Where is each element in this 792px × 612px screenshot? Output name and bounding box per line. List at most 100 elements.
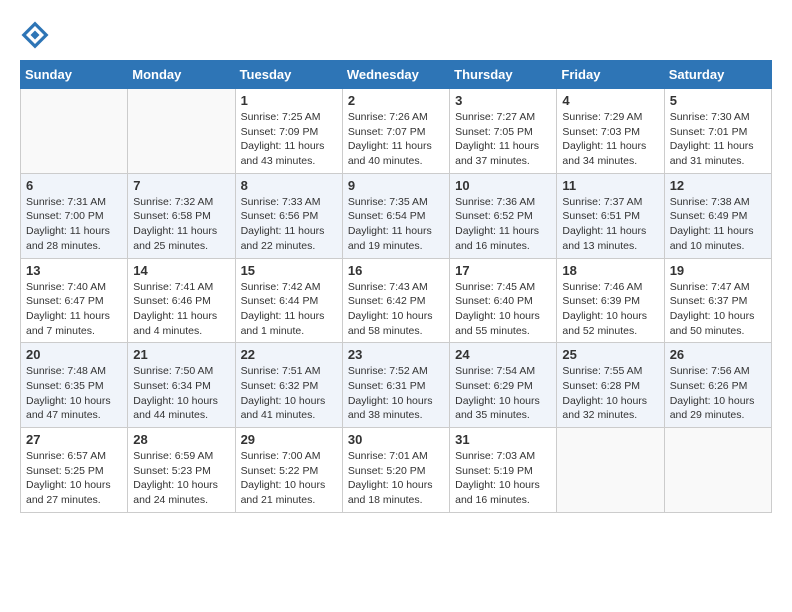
calendar-week-row: 1 Sunrise: 7:25 AM Sunset: 7:09 PM Daylig… bbox=[21, 89, 772, 174]
weekday-header: Thursday bbox=[450, 61, 557, 89]
calendar-cell: 25 Sunrise: 7:55 AM Sunset: 6:28 PM Dayli… bbox=[557, 343, 664, 428]
calendar-cell: 10 Sunrise: 7:36 AM Sunset: 6:52 PM Dayli… bbox=[450, 173, 557, 258]
day-number: 31 bbox=[455, 432, 551, 447]
day-number: 10 bbox=[455, 178, 551, 193]
calendar-cell: 11Sunrise: 7:37 AM Sunset: 6:51 PM Dayli… bbox=[557, 173, 664, 258]
calendar-cell: 17 Sunrise: 7:45 AM Sunset: 6:40 PM Dayli… bbox=[450, 258, 557, 343]
day-number: 19 bbox=[670, 263, 766, 278]
day-number: 9 bbox=[348, 178, 444, 193]
calendar-cell: 28Sunrise: 6:59 AM Sunset: 5:23 PM Dayli… bbox=[128, 428, 235, 513]
day-number: 16 bbox=[348, 263, 444, 278]
calendar-cell: 19 Sunrise: 7:47 AM Sunset: 6:37 PM Dayli… bbox=[664, 258, 771, 343]
day-number: 15 bbox=[241, 263, 337, 278]
day-number: 21 bbox=[133, 347, 229, 362]
calendar-cell: 26 Sunrise: 7:56 AM Sunset: 6:26 PM Dayli… bbox=[664, 343, 771, 428]
day-number: 23 bbox=[348, 347, 444, 362]
day-number: 13 bbox=[26, 263, 122, 278]
day-number: 1 bbox=[241, 93, 337, 108]
calendar-cell: 8 Sunrise: 7:33 AM Sunset: 6:56 PM Daylig… bbox=[235, 173, 342, 258]
weekday-header: Wednesday bbox=[342, 61, 449, 89]
day-number: 11 bbox=[562, 178, 658, 193]
day-info: Sunrise: 7:32 AM Sunset: 6:58 PM Dayligh… bbox=[133, 195, 229, 254]
calendar-cell: 12 Sunrise: 7:38 AM Sunset: 6:49 PM Dayli… bbox=[664, 173, 771, 258]
calendar-cell: 30Sunrise: 7:01 AM Sunset: 5:20 PM Dayli… bbox=[342, 428, 449, 513]
calendar-cell bbox=[557, 428, 664, 513]
day-number: 30 bbox=[348, 432, 444, 447]
calendar-cell: 18 Sunrise: 7:46 AM Sunset: 6:39 PM Dayli… bbox=[557, 258, 664, 343]
calendar-cell: 6Sunrise: 7:31 AM Sunset: 7:00 PM Daylig… bbox=[21, 173, 128, 258]
day-info: Sunrise: 7:33 AM Sunset: 6:56 PM Dayligh… bbox=[241, 195, 337, 254]
day-number: 5 bbox=[670, 93, 766, 108]
calendar-week-row: 13 Sunrise: 7:40 AM Sunset: 6:47 PM Dayli… bbox=[21, 258, 772, 343]
calendar-cell: 4Sunrise: 7:29 AM Sunset: 7:03 PM Daylig… bbox=[557, 89, 664, 174]
day-info: Sunrise: 7:40 AM Sunset: 6:47 PM Dayligh… bbox=[26, 280, 122, 339]
day-info: Sunrise: 7:41 AM Sunset: 6:46 PM Dayligh… bbox=[133, 280, 229, 339]
logo bbox=[20, 20, 54, 50]
day-info: Sunrise: 7:25 AM Sunset: 7:09 PM Dayligh… bbox=[241, 110, 337, 169]
calendar-table: SundayMondayTuesdayWednesdayThursdayFrid… bbox=[20, 60, 772, 513]
weekday-header: Sunday bbox=[21, 61, 128, 89]
day-number: 17 bbox=[455, 263, 551, 278]
calendar-cell: 23 Sunrise: 7:52 AM Sunset: 6:31 PM Dayli… bbox=[342, 343, 449, 428]
calendar-cell: 9Sunrise: 7:35 AM Sunset: 6:54 PM Daylig… bbox=[342, 173, 449, 258]
calendar-cell: 22Sunrise: 7:51 AM Sunset: 6:32 PM Dayli… bbox=[235, 343, 342, 428]
day-number: 29 bbox=[241, 432, 337, 447]
day-info: Sunrise: 7:27 AM Sunset: 7:05 PM Dayligh… bbox=[455, 110, 551, 169]
day-info: Sunrise: 7:55 AM Sunset: 6:28 PM Dayligh… bbox=[562, 364, 658, 423]
calendar-cell: 14 Sunrise: 7:41 AM Sunset: 6:46 PM Dayli… bbox=[128, 258, 235, 343]
calendar-week-row: 27 Sunrise: 6:57 AM Sunset: 5:25 PM Dayli… bbox=[21, 428, 772, 513]
logo-icon bbox=[20, 20, 50, 50]
day-info: Sunrise: 7:54 AM Sunset: 6:29 PM Dayligh… bbox=[455, 364, 551, 423]
day-info: Sunrise: 7:31 AM Sunset: 7:00 PM Dayligh… bbox=[26, 195, 122, 254]
calendar-cell: 2 Sunrise: 7:26 AM Sunset: 7:07 PM Daylig… bbox=[342, 89, 449, 174]
day-number: 2 bbox=[348, 93, 444, 108]
day-info: Sunrise: 7:43 AM Sunset: 6:42 PM Dayligh… bbox=[348, 280, 444, 339]
calendar-cell: 15 Sunrise: 7:42 AM Sunset: 6:44 PM Dayli… bbox=[235, 258, 342, 343]
day-number: 28 bbox=[133, 432, 229, 447]
day-number: 25 bbox=[562, 347, 658, 362]
day-info: Sunrise: 7:45 AM Sunset: 6:40 PM Dayligh… bbox=[455, 280, 551, 339]
day-info: Sunrise: 7:42 AM Sunset: 6:44 PM Dayligh… bbox=[241, 280, 337, 339]
day-number: 12 bbox=[670, 178, 766, 193]
calendar-cell: 5Sunrise: 7:30 AM Sunset: 7:01 PM Daylig… bbox=[664, 89, 771, 174]
calendar-cell: 20 Sunrise: 7:48 AM Sunset: 6:35 PM Dayli… bbox=[21, 343, 128, 428]
day-info: Sunrise: 7:46 AM Sunset: 6:39 PM Dayligh… bbox=[562, 280, 658, 339]
day-number: 8 bbox=[241, 178, 337, 193]
day-number: 27 bbox=[26, 432, 122, 447]
day-number: 3 bbox=[455, 93, 551, 108]
day-number: 7 bbox=[133, 178, 229, 193]
calendar-cell: 13 Sunrise: 7:40 AM Sunset: 6:47 PM Dayli… bbox=[21, 258, 128, 343]
calendar-cell: 31 Sunrise: 7:03 AM Sunset: 5:19 PM Dayli… bbox=[450, 428, 557, 513]
calendar-week-row: 6Sunrise: 7:31 AM Sunset: 7:00 PM Daylig… bbox=[21, 173, 772, 258]
day-info: Sunrise: 7:00 AM Sunset: 5:22 PM Dayligh… bbox=[241, 449, 337, 508]
calendar-cell bbox=[21, 89, 128, 174]
calendar-cell: 24Sunrise: 7:54 AM Sunset: 6:29 PM Dayli… bbox=[450, 343, 557, 428]
day-info: Sunrise: 6:57 AM Sunset: 5:25 PM Dayligh… bbox=[26, 449, 122, 508]
weekday-header: Saturday bbox=[664, 61, 771, 89]
day-info: Sunrise: 7:56 AM Sunset: 6:26 PM Dayligh… bbox=[670, 364, 766, 423]
day-number: 22 bbox=[241, 347, 337, 362]
calendar-cell: 7 Sunrise: 7:32 AM Sunset: 6:58 PM Daylig… bbox=[128, 173, 235, 258]
calendar-cell bbox=[128, 89, 235, 174]
day-info: Sunrise: 7:26 AM Sunset: 7:07 PM Dayligh… bbox=[348, 110, 444, 169]
day-info: Sunrise: 7:48 AM Sunset: 6:35 PM Dayligh… bbox=[26, 364, 122, 423]
day-info: Sunrise: 7:47 AM Sunset: 6:37 PM Dayligh… bbox=[670, 280, 766, 339]
calendar-cell: 21 Sunrise: 7:50 AM Sunset: 6:34 PM Dayli… bbox=[128, 343, 235, 428]
day-info: Sunrise: 7:52 AM Sunset: 6:31 PM Dayligh… bbox=[348, 364, 444, 423]
day-number: 18 bbox=[562, 263, 658, 278]
day-info: Sunrise: 7:50 AM Sunset: 6:34 PM Dayligh… bbox=[133, 364, 229, 423]
weekday-header: Tuesday bbox=[235, 61, 342, 89]
day-info: Sunrise: 7:36 AM Sunset: 6:52 PM Dayligh… bbox=[455, 195, 551, 254]
day-info: Sunrise: 7:03 AM Sunset: 5:19 PM Dayligh… bbox=[455, 449, 551, 508]
day-number: 14 bbox=[133, 263, 229, 278]
day-number: 26 bbox=[670, 347, 766, 362]
day-number: 20 bbox=[26, 347, 122, 362]
page-header bbox=[20, 20, 772, 50]
calendar-cell: 1 Sunrise: 7:25 AM Sunset: 7:09 PM Daylig… bbox=[235, 89, 342, 174]
calendar-cell: 3 Sunrise: 7:27 AM Sunset: 7:05 PM Daylig… bbox=[450, 89, 557, 174]
calendar-cell: 27 Sunrise: 6:57 AM Sunset: 5:25 PM Dayli… bbox=[21, 428, 128, 513]
calendar-cell: 16 Sunrise: 7:43 AM Sunset: 6:42 PM Dayli… bbox=[342, 258, 449, 343]
weekday-header: Friday bbox=[557, 61, 664, 89]
day-number: 4 bbox=[562, 93, 658, 108]
day-info: Sunrise: 7:38 AM Sunset: 6:49 PM Dayligh… bbox=[670, 195, 766, 254]
